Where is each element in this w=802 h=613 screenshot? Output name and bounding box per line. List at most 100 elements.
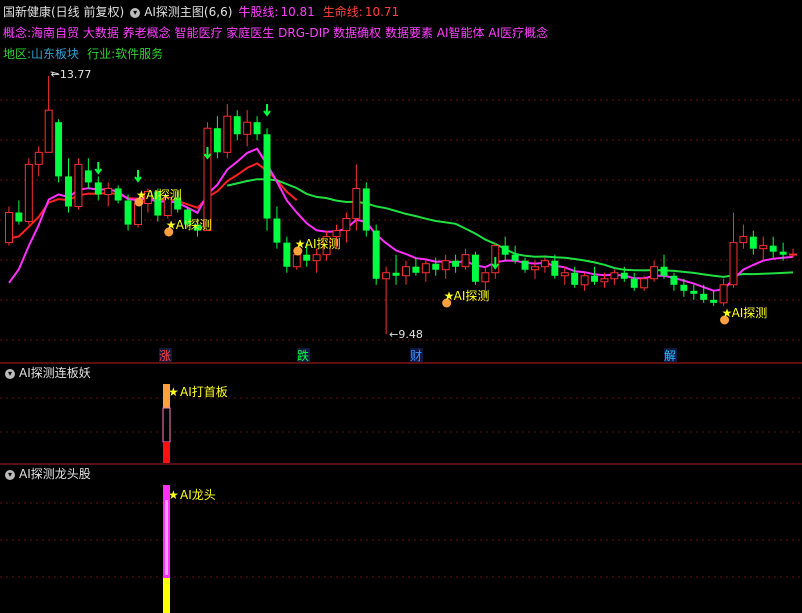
- candle-body-down: [660, 266, 668, 276]
- candle-body-up: [759, 245, 768, 250]
- candle-body-down: [15, 212, 23, 222]
- candle-body-up: [312, 254, 321, 262]
- candle-body-down: [620, 272, 628, 279]
- candle-body-down: [680, 284, 688, 291]
- candle-body-down: [630, 278, 638, 288]
- stock-title: 国新健康(日线 前复权): [3, 5, 125, 19]
- sub2-dragon-label: AI龙头: [180, 488, 216, 502]
- sub2-settings-icon[interactable]: ▾: [5, 469, 15, 480]
- candle-body-down: [412, 266, 420, 273]
- indicator-name[interactable]: AI探测主图(6,6): [144, 5, 232, 19]
- event-marker-0: 涨: [159, 348, 171, 363]
- sub1-bar-top: [163, 384, 170, 408]
- candle-body-up: [650, 266, 659, 280]
- bull-value: 10.81: [280, 5, 315, 19]
- candle-body-up: [560, 272, 569, 277]
- candle-body-down: [769, 245, 777, 252]
- event-marker-1: 跌: [297, 348, 309, 363]
- candle-body-up: [600, 278, 609, 283]
- region-value: 山东板块: [31, 47, 80, 61]
- candle-body-up: [292, 254, 301, 268]
- candle-body-up: [352, 187, 361, 220]
- candle-body-down: [432, 263, 440, 270]
- probe-label: AI探测: [732, 306, 768, 320]
- candle-body-down: [84, 170, 92, 183]
- candle-body-down: [213, 128, 221, 153]
- sub2-title[interactable]: AI探测龙头股: [19, 467, 91, 481]
- concepts-label: 概念:: [3, 26, 32, 40]
- chart-canvas: ←13.77←9.48★ AI探测★ AI探测★ AI探测★ AI探测★ AI探测涨跌财解…: [0, 0, 802, 613]
- candle-body-up: [739, 236, 748, 244]
- candle-body-down: [571, 272, 579, 285]
- event-marker-3: 解: [664, 349, 676, 363]
- low-label: ←9.48: [389, 328, 423, 341]
- probe-label: AI探测: [454, 289, 490, 303]
- candle-body-down: [283, 242, 291, 267]
- candle-body-up: [342, 218, 351, 232]
- candle-body-down: [263, 134, 271, 219]
- candle-body-down: [55, 122, 63, 177]
- candle-body-up: [441, 260, 450, 271]
- life-label: 生命线:: [322, 5, 363, 19]
- candle-body-down: [94, 182, 102, 195]
- sub1-header: ▾ AI探测连板妖: [3, 366, 95, 380]
- candle-body-up: [44, 109, 53, 153]
- candle-body-up: [74, 163, 83, 208]
- high-label: ←13.77: [51, 68, 92, 81]
- sub1-settings-icon[interactable]: ▾: [5, 368, 15, 379]
- industry-label: 行业:: [87, 47, 116, 61]
- candle-body-down: [392, 272, 400, 276]
- candle-body-down: [670, 275, 678, 285]
- candle-body-down: [700, 293, 708, 300]
- header-row-1: 国新健康(日线 前复权) ▾ AI探测主图(6,6) 牛股线: 10.81 生命线: 10.…: [3, 5, 403, 19]
- candle-body-down: [779, 251, 787, 255]
- industry-value: 软件服务: [115, 47, 164, 61]
- concepts-list: 海南自贸 大数据 养老概念 智能医疗 家庭医生 DRG-DIP 数据确权 数据要…: [31, 26, 549, 40]
- candle-body-down: [114, 188, 122, 201]
- candle-body-down: [65, 176, 72, 207]
- candle-body-up: [203, 127, 212, 232]
- candle-body-down: [710, 299, 718, 303]
- candle-body-up: [243, 121, 252, 135]
- candle-body-down: [501, 245, 509, 255]
- probe-label: AI探测: [146, 188, 182, 202]
- sub2-bar-inner: [165, 500, 168, 575]
- sub2-bar-yellow: [163, 578, 170, 613]
- candle-body-up: [24, 163, 33, 223]
- header-row-2: 概念:海南自贸 大数据 养老概念 智能医疗 家庭医生 DRG-DIP 数据确权 …: [3, 26, 552, 40]
- candle-body-down: [273, 218, 281, 243]
- candle-body-up: [461, 254, 470, 268]
- event-marker-2: 财: [410, 349, 422, 363]
- candle-body-down: [471, 254, 479, 282]
- candle-body-up: [540, 260, 549, 268]
- candle-body-up: [719, 284, 728, 304]
- candle-body-up: [789, 253, 798, 256]
- candle-body-up: [729, 242, 738, 286]
- candle-body-up: [104, 187, 113, 195]
- candle-body-up: [332, 230, 341, 238]
- candle-body-down: [303, 254, 311, 261]
- candle-body-down: [511, 254, 519, 261]
- candle-body-up: [421, 263, 430, 274]
- header-row-3: 地区:山东板块 行业:软件服务: [3, 47, 167, 61]
- candle-body-up: [4, 212, 13, 244]
- sub1-title[interactable]: AI探测连板妖: [19, 366, 91, 380]
- sub-panels: [162, 384, 171, 613]
- candle-body-up: [610, 272, 619, 280]
- settings-icon[interactable]: ▾: [130, 7, 141, 18]
- bull-label: 牛股线:: [238, 5, 279, 19]
- candle-body-down: [591, 275, 599, 282]
- candle-body-down: [749, 236, 757, 249]
- candle-body-down: [690, 290, 698, 294]
- sub2-header: ▾ AI探测龙头股: [3, 467, 95, 481]
- sub1-bar-base: [163, 442, 170, 463]
- candle-body-up: [134, 203, 142, 226]
- candle-body-down: [233, 116, 241, 135]
- candle-body-up: [580, 275, 589, 286]
- candle-body-up: [223, 115, 232, 153]
- life-value: 10.71: [364, 5, 400, 19]
- candle-body-up: [401, 266, 410, 277]
- candle-body-up: [481, 272, 490, 283]
- candle-body-up: [640, 278, 649, 289]
- region-label: 地区:: [3, 47, 32, 61]
